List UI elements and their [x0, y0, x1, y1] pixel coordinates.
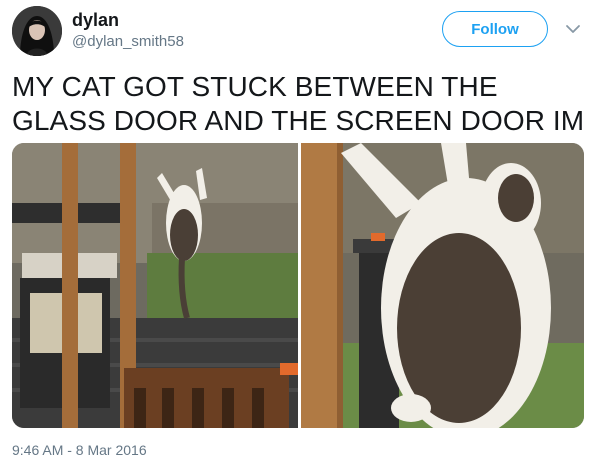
- user-handle[interactable]: @dylan_smith58: [72, 33, 184, 50]
- chevron-down-icon[interactable]: [565, 21, 581, 37]
- avatar[interactable]: [12, 6, 62, 56]
- avatar-photo: [12, 6, 62, 56]
- tweet-timestamp[interactable]: 9:46 AM - 8 Mar 2016: [12, 442, 147, 458]
- media-photo-2[interactable]: [301, 143, 584, 428]
- photo-cat-wide-icon: [12, 143, 298, 428]
- media-grid: [12, 143, 584, 428]
- display-name[interactable]: dylan: [72, 10, 119, 31]
- photo-cat-closeup-icon: [301, 143, 584, 428]
- tweet-card: dylan @dylan_smith58 Follow MY CAT GOT S…: [0, 0, 600, 464]
- media-photo-1[interactable]: [12, 143, 298, 428]
- tweet-header: dylan @dylan_smith58 Follow: [0, 0, 600, 62]
- follow-button[interactable]: Follow: [442, 11, 548, 47]
